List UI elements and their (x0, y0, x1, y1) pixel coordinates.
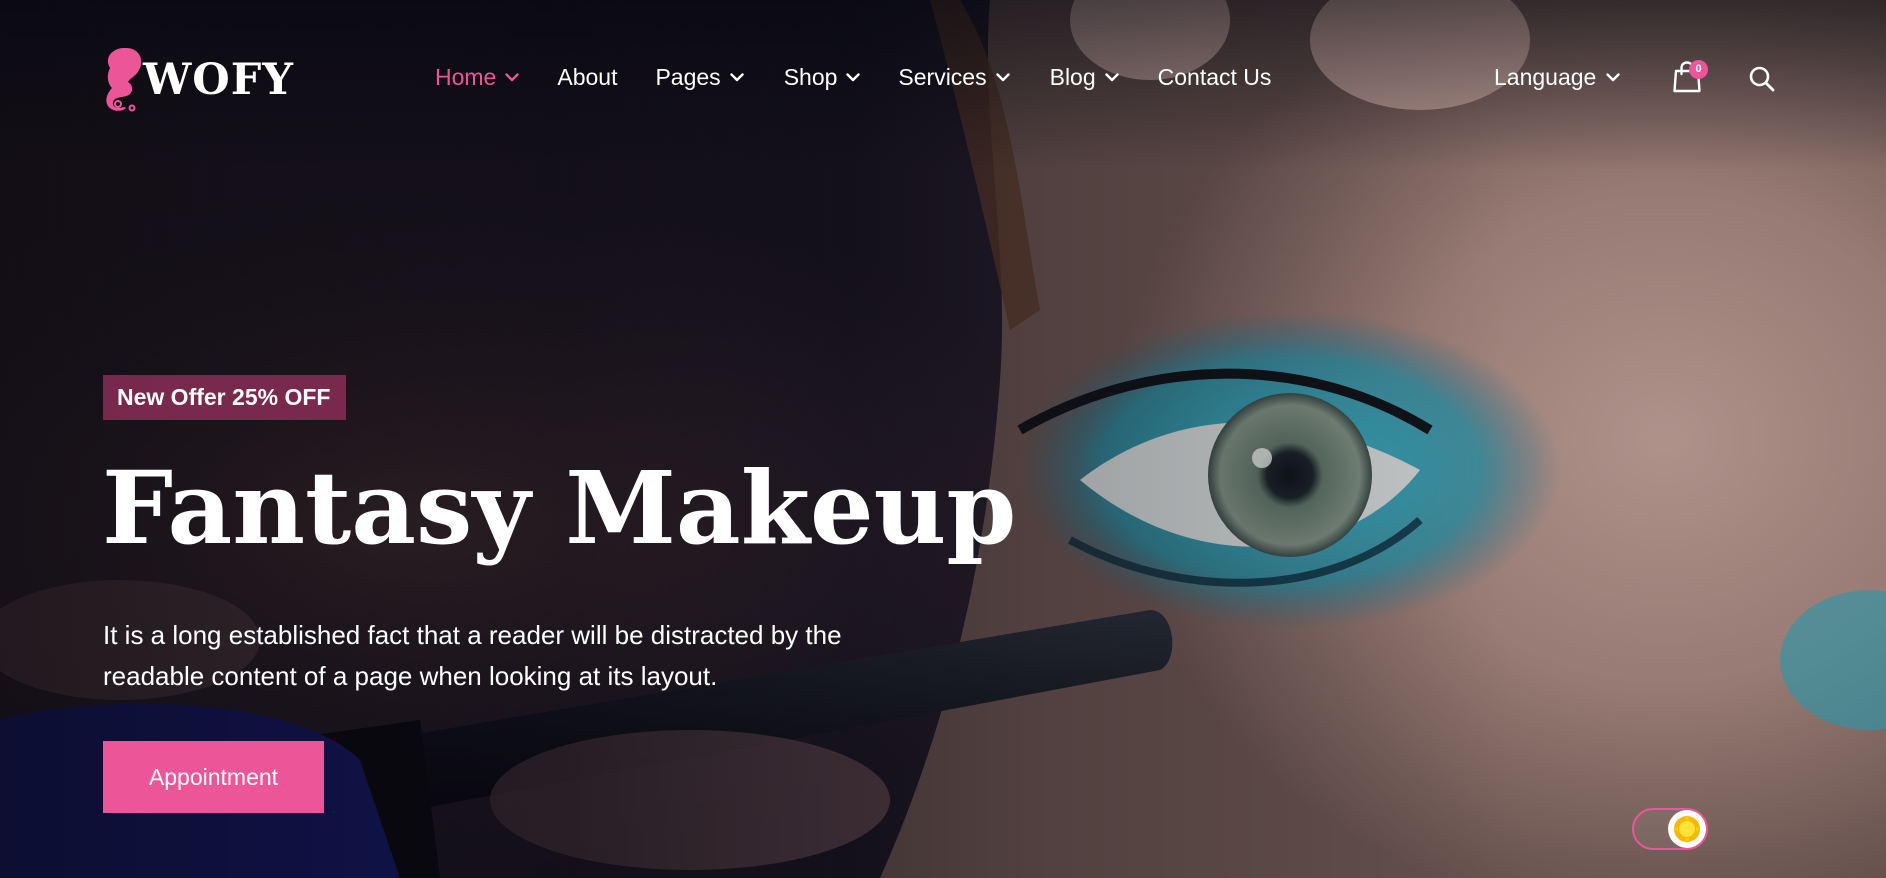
chevron-down-icon (1104, 72, 1119, 81)
language-label: Language (1494, 63, 1597, 90)
nav-item-shop[interactable]: Shop (784, 64, 861, 91)
site-header: WOFY Home About Pages Shop Services Blog… (0, 0, 1886, 155)
offer-badge: New Offer 25% OFF (103, 375, 347, 420)
search-icon (1749, 66, 1775, 92)
nav-item-about[interactable]: About (557, 64, 617, 91)
nav-item-label: Pages (655, 63, 721, 90)
chevron-down-icon (846, 72, 861, 81)
toggle-knob (1668, 810, 1706, 848)
nav-item-home[interactable]: Home (435, 63, 520, 91)
search-button[interactable] (1748, 65, 1776, 93)
nav-item-blog[interactable]: Blog (1050, 64, 1119, 91)
theme-toggle[interactable] (1632, 808, 1708, 850)
appointment-button[interactable]: Appointment (103, 741, 324, 813)
main-nav: Home About Pages Shop Services Blog Cont… (435, 58, 1271, 96)
chevron-down-icon (1606, 72, 1621, 81)
nav-item-services[interactable]: Services (898, 63, 1010, 91)
nav-item-label: Contact Us (1157, 63, 1272, 90)
nav-item-pages[interactable]: Pages (655, 63, 744, 91)
hero-section: WOFY Home About Pages Shop Services Blog… (0, 0, 1886, 878)
cart-count-badge: 0 (1689, 60, 1708, 79)
chevron-down-icon (995, 72, 1010, 81)
nav-item-label: Shop (783, 63, 838, 90)
brand-name: WOFY (143, 55, 294, 105)
nav-item-label: Services (898, 63, 987, 90)
sun-icon (1673, 815, 1701, 843)
hero-description: It is a long established fact that a rea… (103, 620, 842, 691)
nav-item-label: About (557, 63, 618, 90)
cart-button[interactable]: 0 (1672, 60, 1708, 98)
woman-silhouette-logo-icon (106, 48, 142, 112)
hero-title: Fantasy Makeup (102, 449, 1017, 567)
nav-item-label: Home (435, 63, 497, 90)
nav-item-contact-us[interactable]: Contact Us (1158, 64, 1272, 91)
language-dropdown[interactable]: Language (1494, 58, 1621, 96)
nav-item-label: Blog (1049, 63, 1096, 90)
chevron-down-icon (729, 72, 744, 81)
chevron-down-icon (505, 72, 520, 81)
logo[interactable]: WOFY (102, 44, 294, 114)
